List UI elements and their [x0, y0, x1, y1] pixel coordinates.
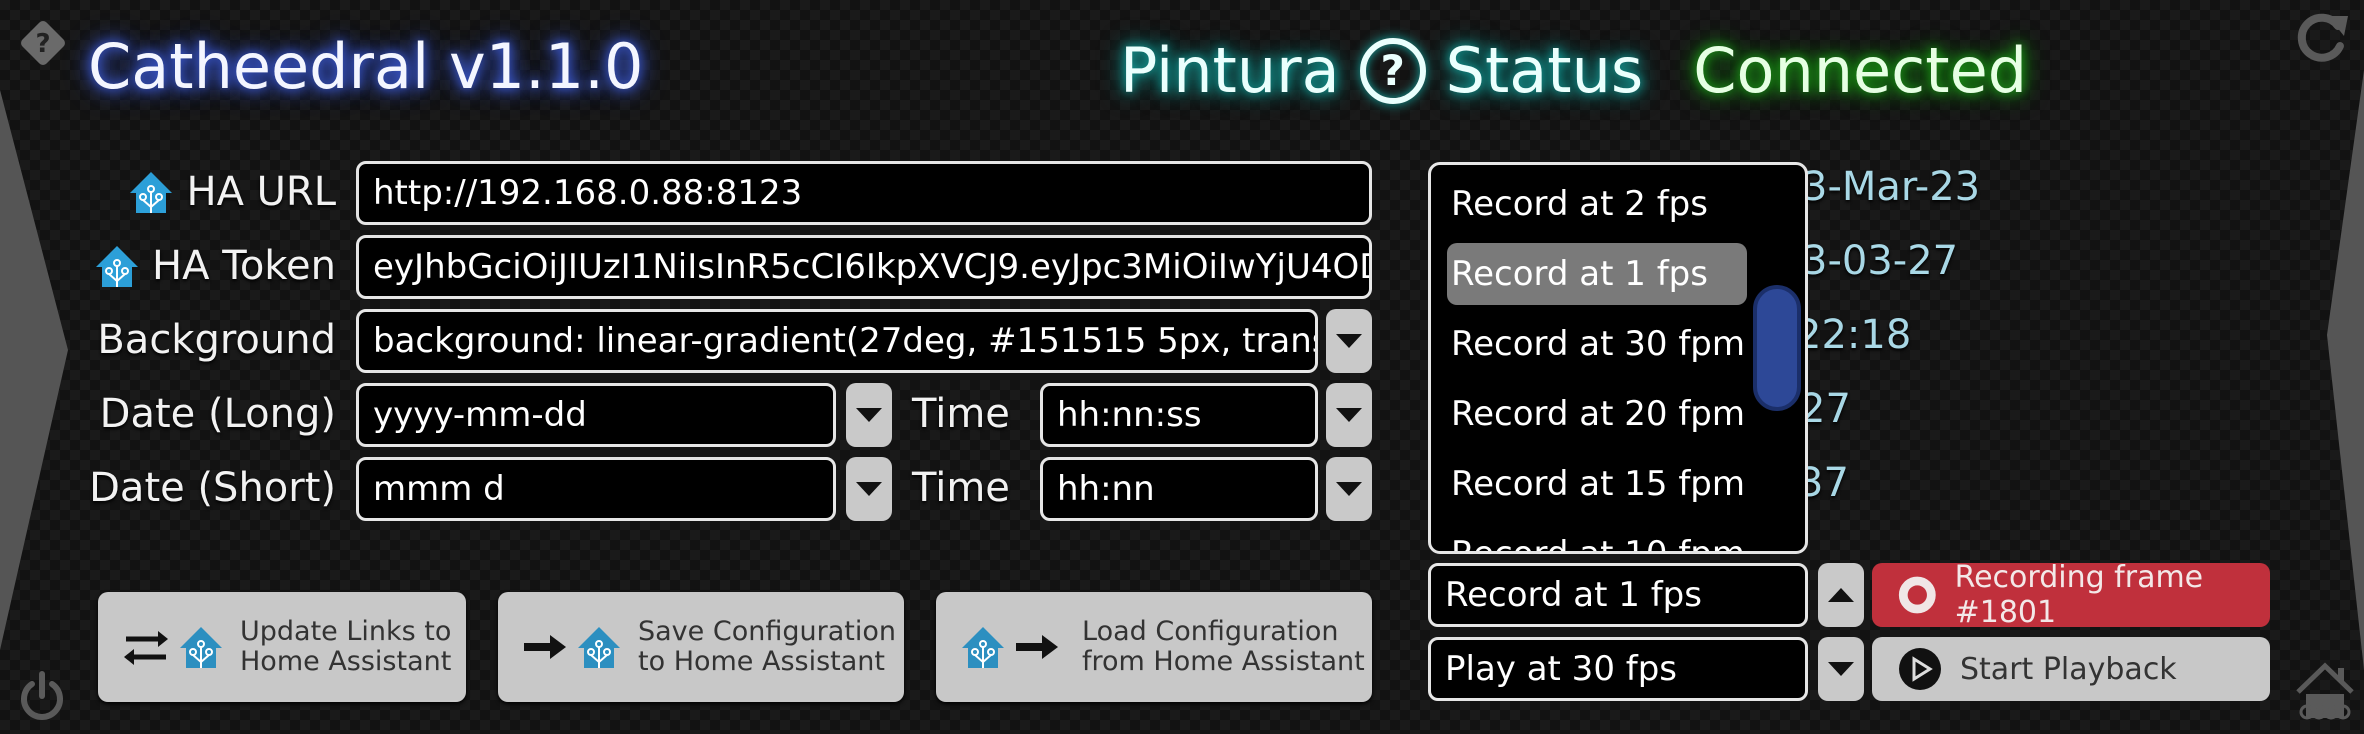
date-long-dropdown-button[interactable]: [846, 383, 892, 447]
save-config-button[interactable]: Save Configuration to Home Assistant: [498, 592, 904, 702]
home-assistant-icon[interactable]: [2294, 660, 2356, 726]
record-icon: [1898, 576, 1936, 614]
start-playback-button[interactable]: Start Playback: [1872, 637, 2270, 701]
preview-line: 22:18: [1796, 312, 1912, 358]
home-assistant-icon: [578, 627, 620, 668]
home-assistant-icon: [96, 246, 139, 287]
update-links-line2: Home Assistant: [240, 646, 452, 677]
home-assistant-icon: [130, 172, 173, 213]
arrow-right-icon: [1016, 635, 1058, 659]
chevron-up-icon: [1828, 588, 1854, 602]
background-input[interactable]: background: linear-gradient(27deg, #1515…: [356, 309, 1318, 373]
record-rate-dropdown-button[interactable]: [1818, 563, 1864, 627]
chevron-down-icon: [856, 408, 882, 422]
ha-token-input[interactable]: eyJhbGciOiJIUzI1NiIsInR5cCI6IkpXVCJ9.eyJ…: [356, 235, 1372, 299]
playback-label: Start Playback: [1960, 651, 2177, 687]
power-icon[interactable]: [14, 668, 70, 724]
chevron-down-icon: [1336, 482, 1362, 496]
dropdown-option[interactable]: Record at 20 fpm: [1447, 383, 1749, 445]
dropdown-option[interactable]: Record at 15 fpm: [1447, 453, 1749, 515]
save-config-line1: Save Configuration: [638, 616, 896, 647]
recording-button[interactable]: Recording frame #1801: [1872, 560, 2270, 630]
swap-arrows-icon: [124, 631, 168, 665]
ha-token-label-wrap: HA Token: [60, 235, 336, 297]
dropdown-scrollbar-thumb[interactable]: [1753, 285, 1801, 411]
load-config-line1: Load Configuration: [1082, 616, 1339, 647]
date-short-dropdown-button[interactable]: [846, 457, 892, 521]
refresh-icon[interactable]: [2294, 10, 2350, 66]
date-short-input[interactable]: mmm d: [356, 457, 836, 521]
update-links-text: Update Links to Home Assistant: [240, 617, 451, 677]
date-long-input[interactable]: yyyy-mm-dd: [356, 383, 836, 447]
record-rate-select[interactable]: Record at 1 fps: [1428, 563, 1808, 627]
play-icon: [1899, 648, 1941, 690]
save-config-line2: to Home Assistant: [638, 646, 886, 677]
home-assistant-icon: [180, 627, 222, 668]
background-label: Background: [97, 317, 336, 363]
svg-text:?: ?: [35, 29, 50, 59]
update-links-button[interactable]: Update Links to Home Assistant: [98, 592, 466, 702]
status-label: Status: [1445, 34, 1644, 107]
time-long-dropdown-button[interactable]: [1326, 383, 1372, 447]
preview-line: 3-Mar-23: [1802, 164, 1981, 210]
background-dropdown-button[interactable]: [1326, 309, 1372, 373]
date-short-label: Date (Short): [89, 465, 336, 511]
arrow-right-icon: [524, 635, 566, 659]
help-diamond-icon[interactable]: ?: [14, 14, 72, 72]
chevron-down-icon: [856, 482, 882, 496]
time-long-label: Time: [912, 391, 1010, 437]
home-assistant-icon: [962, 627, 1004, 668]
dropdown-option[interactable]: Record at 10 fpm: [1447, 523, 1749, 551]
load-config-text: Load Configuration from Home Assistant: [1082, 617, 1365, 677]
play-rate-dropdown-button[interactable]: [1818, 637, 1864, 701]
chevron-down-icon: [1828, 662, 1854, 676]
play-rate-select[interactable]: Play at 30 fps: [1428, 637, 1808, 701]
ha-url-label-wrap: HA URL: [90, 161, 336, 223]
ha-url-input[interactable]: http://192.168.0.88:8123: [356, 161, 1372, 225]
save-config-text: Save Configuration to Home Assistant: [638, 617, 896, 677]
chevron-down-icon: [1336, 408, 1362, 422]
preview-line: 3-03-27: [1802, 238, 1959, 284]
pintura-label: Pintura: [1120, 34, 1340, 107]
record-rate-dropdown-list[interactable]: Record at 2 fps Record at 1 fps Record a…: [1428, 162, 1808, 554]
time-long-input[interactable]: hh:nn:ss: [1040, 383, 1318, 447]
ha-token-label: HA Token: [152, 243, 336, 289]
next-wedge[interactable]: [2299, 70, 2364, 670]
time-short-input[interactable]: hh:nn: [1040, 457, 1318, 521]
dropdown-option[interactable]: Record at 30 fpm: [1447, 313, 1749, 375]
status-bar: Pintura ? Status Connected: [1120, 34, 2027, 107]
update-links-line1: Update Links to: [240, 616, 452, 647]
time-short-dropdown-button[interactable]: [1326, 457, 1372, 521]
time-short-label: Time: [912, 465, 1010, 511]
question-circle-icon[interactable]: ?: [1359, 37, 1426, 104]
dropdown-option-selected[interactable]: Record at 1 fps: [1447, 243, 1747, 305]
dropdown-option[interactable]: Record at 2 fps: [1447, 173, 1712, 235]
status-value: Connected: [1693, 34, 2028, 107]
load-config-line2: from Home Assistant: [1082, 646, 1365, 677]
app-title: Catheedral v1.1.0: [88, 30, 644, 103]
load-config-button[interactable]: Load Configuration from Home Assistant: [936, 592, 1372, 702]
ha-url-label: HA URL: [186, 169, 336, 215]
date-long-label: Date (Long): [99, 391, 336, 437]
chevron-down-icon: [1336, 334, 1362, 348]
recording-label: Recording frame #1801: [1954, 560, 2204, 630]
